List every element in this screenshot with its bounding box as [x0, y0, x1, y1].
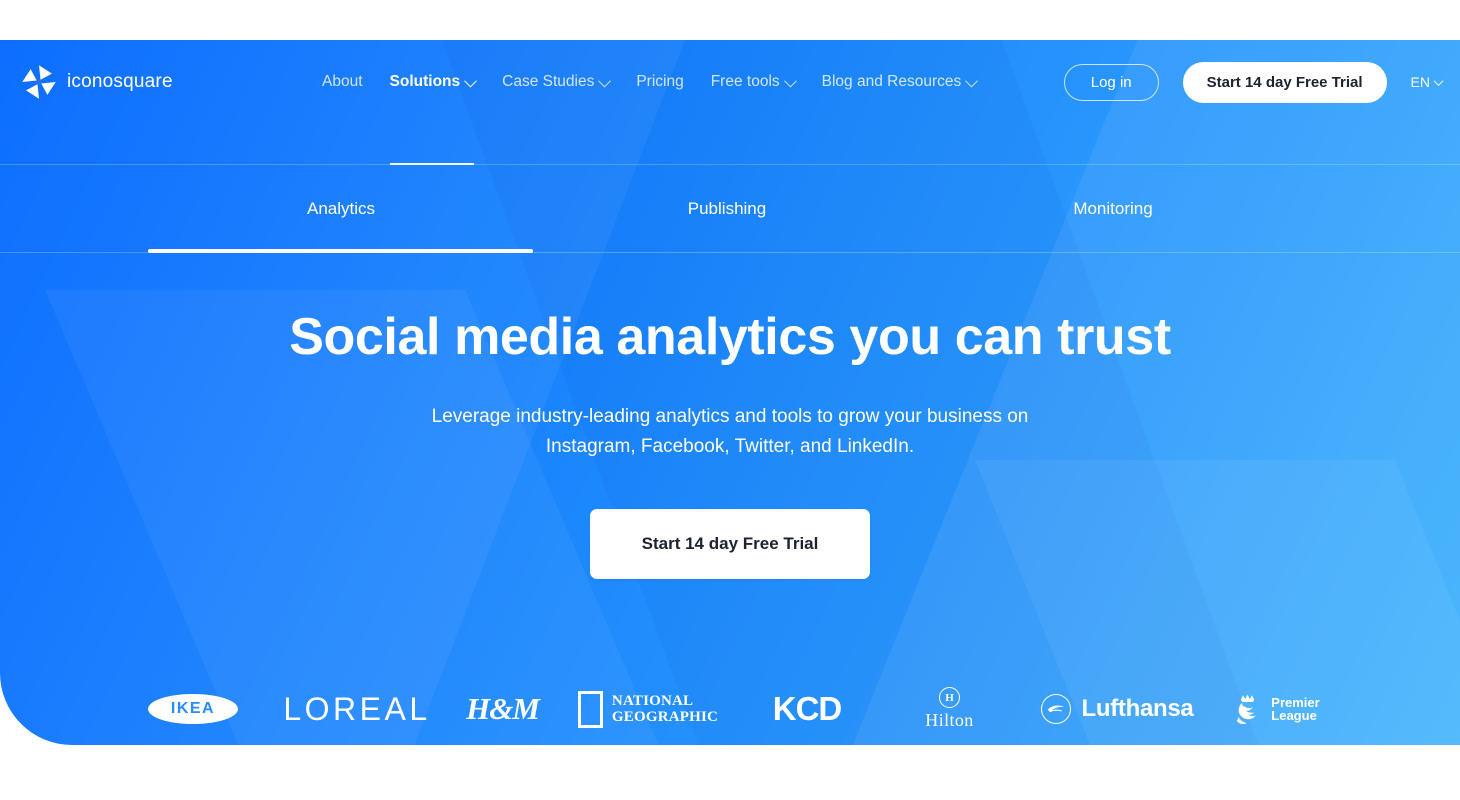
hm-logo-icon: H&M: [466, 691, 540, 726]
nav-item-about[interactable]: About: [322, 68, 363, 96]
chevron-down-icon: [598, 74, 612, 87]
nav-item-label: Pricing: [636, 73, 684, 91]
hilton-crest-icon: H: [939, 687, 960, 708]
tab-publishing[interactable]: Publishing: [534, 199, 920, 219]
nav-actions: Log in Start 14 day Free Trial EN: [1063, 61, 1444, 103]
chevron-down-icon: [783, 74, 797, 87]
logo-premier-league: Premier League: [1212, 674, 1342, 744]
chevron-down-icon: [1433, 75, 1444, 86]
nav-item-label: Case Studies: [502, 73, 595, 91]
logo-national-geographic: NATIONAL GEOGRAPHIC: [559, 674, 737, 744]
ikea-logo-icon: IKEA: [148, 694, 238, 724]
sub-tab-bar: Analytics Publishing Monitoring: [0, 165, 1460, 253]
iconosquare-pinwheel-logo-icon: [20, 63, 58, 101]
hero-section: iconosquare About Solutions Case Studies…: [0, 40, 1460, 745]
hero-subtitle: Leverage industry-leading analytics and …: [431, 406, 1029, 457]
natgeo-line-1: NATIONAL: [611, 693, 694, 709]
lufthansa-crane-icon: [1040, 694, 1071, 724]
tab-label: Monitoring: [1073, 199, 1153, 218]
premier-league-logo-icon: Premier League: [1234, 693, 1320, 726]
nav-item-case-studies[interactable]: Case Studies: [502, 68, 612, 96]
nav-item-pricing[interactable]: Pricing: [636, 68, 683, 96]
natgeo-frame-icon: [577, 690, 603, 728]
logo-kcd: KCD: [737, 674, 877, 744]
nav-item-label: Solutions: [389, 73, 461, 91]
lufthansa-logo-icon: Lufthansa: [1040, 694, 1194, 724]
logo-lufthansa: Lufthansa: [1022, 674, 1212, 744]
start-free-trial-button-hero[interactable]: Start 14 day Free Trial: [589, 509, 871, 579]
tab-monitoring[interactable]: Monitoring: [920, 199, 1306, 219]
hilton-logo-label: Hilton: [925, 710, 974, 730]
hero-content: Social media analytics you can trust Lev…: [0, 253, 1460, 579]
ikea-logo-label: IKEA: [170, 700, 216, 717]
tab-label: Analytics: [306, 199, 376, 218]
language-label: EN: [1410, 74, 1430, 90]
top-navigation-bar: iconosquare About Solutions Case Studies…: [0, 40, 1460, 124]
chevron-down-icon: [965, 74, 979, 87]
logo-ikea: IKEA: [118, 674, 268, 744]
nav-item-blog-and-resources[interactable]: Blog and Resources: [821, 68, 979, 96]
chevron-down-icon: [464, 74, 477, 87]
nav-item-label: About: [322, 73, 363, 91]
language-selector[interactable]: EN: [1410, 74, 1444, 90]
nav-item-label: Free tools: [710, 73, 780, 91]
nav-item-solutions[interactable]: Solutions: [389, 68, 477, 96]
nav-item-label: Blog and Resources: [821, 73, 962, 91]
premier-league-line-2: League: [1271, 708, 1317, 723]
tab-analytics[interactable]: Analytics: [148, 199, 534, 219]
pl-lion-icon: [1237, 694, 1257, 724]
start-free-trial-button-header[interactable]: Start 14 day Free Trial: [1182, 61, 1387, 103]
page-title: Social media analytics you can trust: [289, 308, 1171, 366]
lufthansa-logo-label: Lufthansa: [1081, 695, 1194, 722]
main-menu: About Solutions Case Studies Pricing Fre…: [322, 68, 979, 96]
brand-logo-link[interactable]: iconosquare: [20, 63, 220, 101]
login-button[interactable]: Log in: [1063, 63, 1159, 101]
loreal-logo-icon: LOREAL: [283, 690, 431, 727]
natgeo-line-2: GEOGRAPHIC: [611, 709, 719, 725]
nav-item-free-tools[interactable]: Free tools: [710, 68, 797, 96]
brand-name: iconosquare: [67, 71, 173, 92]
logo-hilton: H Hilton: [877, 674, 1022, 744]
customer-logo-strip: IKEA LOREAL H&M NATIONAL GEOGRAPHIC KCD …: [0, 673, 1460, 745]
logo-hm: H&M: [446, 674, 559, 744]
national-geographic-logo-icon: NATIONAL GEOGRAPHIC: [577, 690, 719, 728]
logo-loreal: LOREAL: [268, 674, 446, 744]
kcd-logo-icon: KCD: [772, 690, 842, 727]
active-tab-indicator: [148, 249, 533, 253]
tab-label: Publishing: [687, 199, 767, 218]
hilton-logo-icon: H Hilton: [925, 687, 973, 731]
active-nav-underline: [390, 163, 474, 165]
